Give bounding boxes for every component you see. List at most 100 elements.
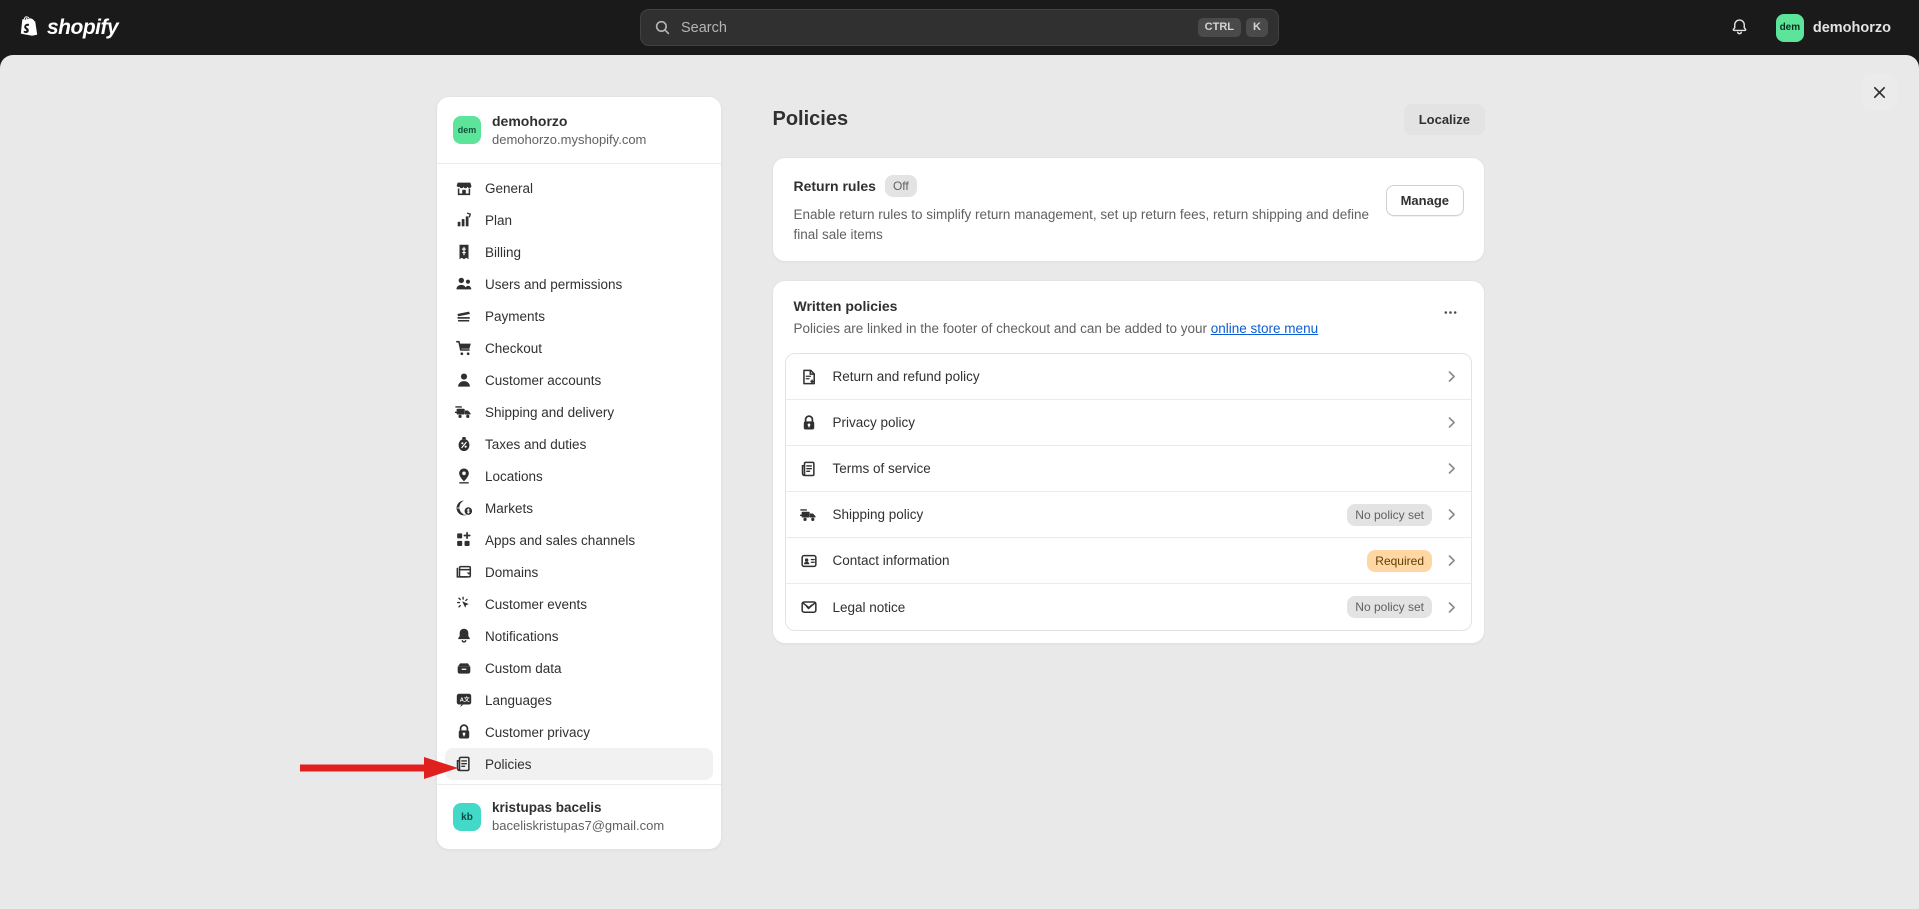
svg-text:文: 文 (464, 696, 470, 704)
store-avatar: dem (453, 116, 481, 144)
sidebar-item-notifications[interactable]: Notifications (445, 620, 713, 652)
manage-return-rules-button[interactable]: Manage (1386, 185, 1464, 216)
search-icon (654, 19, 671, 36)
sidebar-item-label: Languages (485, 694, 552, 708)
cursor-click-icon (455, 595, 473, 613)
policy-row-terms-of-service[interactable]: Terms of service (786, 446, 1471, 492)
policy-scroll-icon (455, 755, 473, 773)
sidebar-item-label: General (485, 182, 533, 196)
return-rules-card: Return rules Off Enable return rules to … (772, 157, 1485, 262)
written-policies-title: Written policies (793, 298, 1318, 314)
notifications-button[interactable] (1724, 12, 1756, 44)
sidebar-item-label: Markets (485, 502, 533, 516)
settings-modal: dem demohorzo demohorzo.myshopify.com Ge… (436, 96, 1485, 850)
sidebar-item-policies[interactable]: Policies (445, 748, 713, 780)
sidebar-item-plan[interactable]: Plan (445, 204, 713, 236)
localize-button[interactable]: Localize (1404, 104, 1485, 135)
account-email: baceliskristupas7@gmail.com (492, 817, 664, 835)
sidebar-item-payments[interactable]: Payments (445, 300, 713, 332)
bell-icon (455, 627, 473, 645)
sidebar-item-label: Payments (485, 310, 545, 324)
policy-row-label: Shipping policy (832, 507, 1333, 522)
policy-row-shipping-policy[interactable]: Shipping policy No policy set (786, 492, 1471, 538)
cart-icon (455, 339, 473, 357)
translate-icon: A文 (455, 691, 473, 709)
topbar-right-cluster: dem demohorzo (1724, 0, 1899, 55)
policy-row-trailing (1444, 369, 1459, 384)
kbd-k: K (1246, 18, 1268, 37)
top-navigation-bar: shopify CTRL K dem demohorzo (0, 0, 1919, 55)
policy-row-legal-notice[interactable]: Legal noticeNo policy set (786, 584, 1471, 630)
sidebar-item-domains[interactable]: Domains (445, 556, 713, 588)
policy-row-trailing (1444, 461, 1459, 476)
people-icon (455, 275, 473, 293)
sidebar-item-custom-data[interactable]: Custom data (445, 652, 713, 684)
online-store-menu-link[interactable]: online store menu (1211, 321, 1318, 336)
policy-row-return-and-refund-policy[interactable]: Return and refund policy (786, 354, 1471, 400)
lock-icon (455, 723, 473, 741)
sidebar-item-customer-events[interactable]: Customer events (445, 588, 713, 620)
sidebar-item-shipping-and-delivery[interactable]: Shipping and delivery (445, 396, 713, 428)
sidebar-item-label: Users and permissions (485, 278, 622, 292)
settings-sidebar: dem demohorzo demohorzo.myshopify.com Ge… (436, 96, 722, 850)
search-input[interactable] (681, 20, 1198, 36)
content-header: Policies Localize (752, 96, 1485, 157)
sidebar-item-locations[interactable]: Locations (445, 460, 713, 492)
store-header[interactable]: dem demohorzo demohorzo.myshopify.com (437, 97, 721, 164)
sidebar-item-label: Plan (485, 214, 512, 228)
written-policies-description: Policies are linked in the footer of che… (793, 320, 1318, 339)
lock-icon (800, 414, 818, 432)
tax-percent-icon (455, 435, 473, 453)
sidebar-item-users-and-permissions[interactable]: Users and permissions (445, 268, 713, 300)
policy-status-badge: No policy set (1347, 504, 1432, 526)
user-menu-button[interactable]: dem demohorzo (1772, 10, 1899, 46)
written-policies-description-text: Policies are linked in the footer of che… (793, 321, 1210, 336)
settings-content: Policies Localize Return rules Off Enabl… (722, 96, 1485, 850)
sidebar-item-checkout[interactable]: Checkout (445, 332, 713, 364)
chevron-right-icon (1444, 461, 1459, 476)
global-search-bar[interactable]: CTRL K (640, 9, 1279, 46)
sidebar-item-customer-privacy[interactable]: Customer privacy (445, 716, 713, 748)
return-document-icon (800, 368, 818, 386)
settings-nav-list[interactable]: General Plan Billing Users and permissions P… (437, 164, 721, 784)
envelope-check-icon (800, 598, 818, 616)
policy-row-label: Return and refund policy (832, 369, 1430, 384)
chevron-right-icon (1444, 369, 1459, 384)
sidebar-item-markets[interactable]: Markets (445, 492, 713, 524)
written-policies-more-button[interactable] (1436, 298, 1464, 326)
sidebar-item-label: Policies (485, 758, 532, 772)
return-rules-title: Return rules (793, 178, 875, 194)
sidebar-item-label: Checkout (485, 342, 542, 356)
delivery-truck-icon (800, 506, 818, 524)
sidebar-item-taxes-and-duties[interactable]: Taxes and duties (445, 428, 713, 460)
apps-grid-plus-icon (455, 531, 473, 549)
chevron-right-icon (1444, 600, 1459, 615)
page-title: Policies (772, 108, 848, 131)
sidebar-item-label: Apps and sales channels (485, 534, 635, 548)
chevron-right-icon (1444, 507, 1459, 522)
policy-row-label: Privacy policy (832, 415, 1430, 430)
store-domain: demohorzo.myshopify.com (492, 131, 646, 149)
delivery-truck-icon (455, 403, 473, 421)
sidebar-item-general[interactable]: General (445, 172, 713, 204)
sidebar-item-customer-accounts[interactable]: Customer accounts (445, 364, 713, 396)
sidebar-item-billing[interactable]: Billing (445, 236, 713, 268)
policy-row-contact-information[interactable]: Contact informationRequired (786, 538, 1471, 584)
sidebar-item-apps-and-sales-channels[interactable]: Apps and sales channels (445, 524, 713, 556)
policy-row-label: Legal notice (832, 600, 1333, 615)
sidebar-item-label: Shipping and delivery (485, 406, 614, 420)
policy-row-label: Terms of service (832, 461, 1430, 476)
search-shortcut-hint: CTRL K (1198, 18, 1268, 37)
shopify-wordmark: shopify (47, 16, 118, 40)
shopify-logo[interactable]: shopify (18, 16, 118, 40)
sidebar-item-label: Customer events (485, 598, 587, 612)
policy-row-trailing: No policy set (1347, 504, 1459, 526)
bell-icon (1730, 18, 1749, 37)
globe-dollar-icon (455, 499, 473, 517)
account-footer[interactable]: kb kristupas bacelis baceliskristupas7@g… (437, 784, 721, 849)
close-settings-button[interactable] (1861, 74, 1897, 110)
policy-rows-list: Return and refund policy Privacy policy Te… (785, 353, 1472, 631)
sidebar-item-languages[interactable]: A文 Languages (445, 684, 713, 716)
chevron-right-icon (1444, 415, 1459, 430)
policy-row-privacy-policy[interactable]: Privacy policy (786, 400, 1471, 446)
